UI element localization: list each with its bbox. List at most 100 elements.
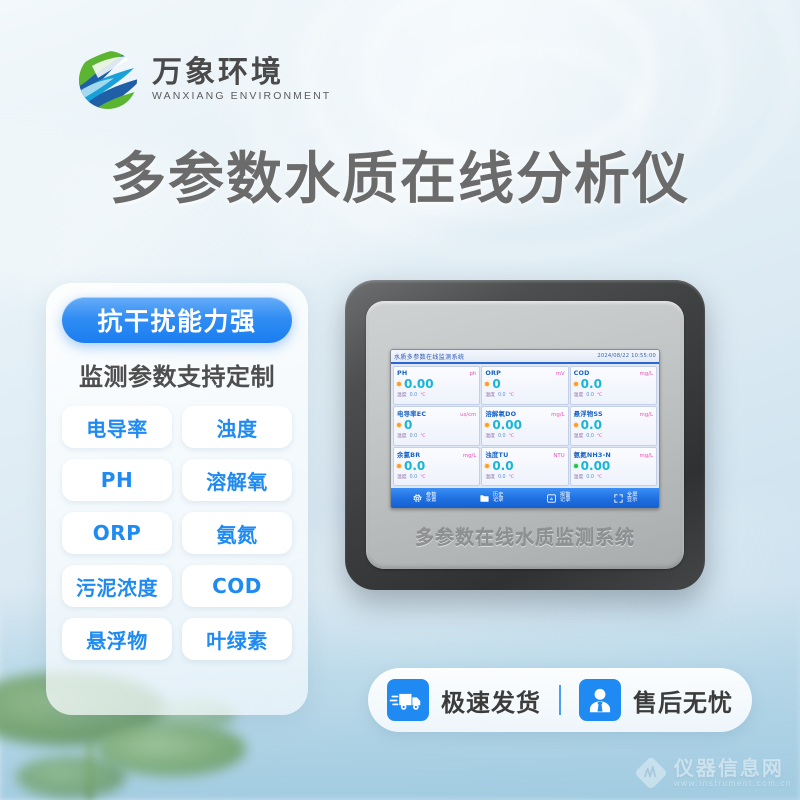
status-led-icon [573,463,578,468]
nav-label-line2: 显示 [626,497,638,503]
device-screen[interactable]: 水质多参数在线监测系统 2024/08/22 10:55:00 PH ph 0.… [390,349,660,509]
measurement-cell[interactable]: 悬浮物SS mg/L 0.0 温度 0.0 ℃ [569,406,657,446]
cell-body: 0.0 [485,460,564,472]
cell-body: 0 [485,378,564,390]
globe-swoosh-logo-icon [79,51,137,109]
cell-parameter-name: 氨氮NH3-N [573,450,611,459]
cell-parameter-name: 浊度TU [485,450,509,459]
cell-header: 溶解氧DO mg/L [485,409,564,418]
temp-unit: ℃ [508,434,514,440]
device-front-panel: 水质多参数在线监测系统 2024/08/22 10:55:00 PH ph 0.… [366,301,684,569]
feature-subtitle: 监测参数支持定制 [79,363,275,391]
nav-label: 全屏 显示 [626,492,638,504]
parameter-chip[interactable]: 悬浮物 [62,618,172,660]
parameter-chip[interactable]: 叶绿素 [182,618,292,660]
measurement-cell[interactable]: 浊度TU NTU 0.0 温度 0.0 ℃ [481,446,569,486]
temp-value: 0.0 [409,393,418,398]
cell-temperature: 温度 0.0 ℃ [574,391,653,398]
delivery-truck-icon [387,679,429,721]
measurement-cell[interactable]: 电导率EC us/cm 0 温度 0.0 ℃ [393,406,481,446]
watermark-name-cn: 仪器信息网 [673,756,784,780]
service-item-aftersales[interactable]: 售后无忧 [561,679,751,721]
status-led-icon [397,463,401,468]
cell-body: 0.0 [573,377,653,391]
nav-label: 参数 设置 [425,492,437,504]
measurement-cell[interactable]: 氨氮NH3-N mg/L 0.00 温度 0.0 ℃ [569,446,657,486]
temp-label: 温度 [397,434,407,440]
cell-unit: us/cm [460,412,477,419]
lotus-leaf [16,756,126,798]
device-caption: 多参数在线水质监测系统 [414,527,635,549]
parameter-chip[interactable]: COD [182,565,292,607]
parameter-chip[interactable]: 污泥浓度 [62,565,172,607]
cell-header: 浊度TU NTU [485,450,564,459]
nav-item-history[interactable]: 历史 记录 [458,492,525,504]
cell-value: 0.0 [580,418,602,433]
nav-item-alarm[interactable]: 报警 记录 [525,492,592,504]
temp-value: 0.0 [409,474,418,480]
measurement-cell[interactable]: 余氯BR mg/L 0.0 温度 0.0 ℃ [393,446,481,486]
cell-value: 0.0 [404,458,426,473]
parameter-chip[interactable]: 氨氮 [182,512,292,554]
folder-icon [480,494,489,502]
status-led-icon [485,463,490,468]
temp-unit: ℃ [508,474,514,480]
cell-temperature: 温度 0.0 ℃ [574,473,653,480]
screen-navigation-bar: 参数 设置 历史 记录 报警 记录 全屏 显示 [391,488,659,508]
cell-header: 悬浮物SS mg/L [574,409,653,418]
temp-label: 温度 [573,393,584,398]
parameter-chip-grid: 电导率 浊度 PH 溶解氧 ORP 氨氮 污泥浓度 COD 悬浮物 叶绿素 [62,406,292,660]
cell-body: 0.0 [573,418,653,433]
cell-unit: mg/L [551,412,565,419]
temp-unit: ℃ [596,393,603,398]
cell-temperature: 温度 0.0 ℃ [397,391,476,398]
parameter-chip[interactable]: ORP [62,512,172,554]
nav-label-line2: 记录 [559,497,571,503]
cell-body: 0.00 [573,458,653,473]
temp-value: 0.0 [409,434,418,440]
service-item-shipping[interactable]: 极速发货 [369,679,559,721]
temp-value: 0.0 [497,393,506,398]
cell-value: 0.0 [492,458,514,473]
nav-label-line2: 设置 [425,497,437,503]
cell-temperature: 温度 0.0 ℃ [485,432,564,439]
nav-label-line2: 记录 [492,497,504,503]
nav-item-fullscreen[interactable]: 全屏 显示 [592,492,659,504]
nav-label: 报警 记录 [559,492,571,504]
temp-value: 0.0 [586,393,594,398]
temp-label: 温度 [485,393,495,398]
cell-unit: mV [555,371,565,377]
temp-label: 温度 [397,393,407,398]
measurement-cell[interactable]: PH ph 0.00 温度 0.0 ℃ [393,366,481,406]
site-watermark: 仪器信息网 www.instrument.com.cn [634,756,792,790]
cell-unit: mg/L [639,412,654,419]
page-title: 多参数水质在线分析仪 [110,147,690,212]
measurement-cell[interactable]: ORP mV 0 温度 0.0 ℃ [481,366,569,406]
temp-label: 温度 [485,434,495,440]
parameter-chip[interactable]: 电导率 [62,406,172,448]
cell-parameter-name: 余氯BR [397,450,421,459]
expand-icon [614,493,623,503]
cell-unit: NTU [553,452,565,459]
temp-unit: ℃ [420,434,426,440]
cell-parameter-name: 溶解氧DO [485,410,517,419]
parameter-chip[interactable]: 浊度 [182,406,292,448]
screen-title: 水质多参数在线监测系统 [394,353,465,361]
cell-value: 0.0 [580,377,602,391]
measurement-cell[interactable]: COD mg/L 0.0 温度 0.0 ℃ [569,366,657,406]
cell-unit: ph [469,371,477,377]
brand-name-cn: 万象环境 [152,55,284,91]
service-label: 售后无忧 [633,688,733,717]
cell-value: 0.00 [580,458,611,473]
cell-header: COD mg/L [574,369,653,377]
measurement-grid: PH ph 0.00 温度 0.0 ℃ ORP mV 0 温度 0.0 ℃ CO… [391,364,659,488]
measurement-cell[interactable]: 溶解氧DO mg/L 0.00 温度 0.0 ℃ [481,406,569,446]
gear-icon [413,493,422,502]
parameter-chip[interactable]: 溶解氧 [182,459,292,501]
cell-parameter-name: COD [573,369,590,377]
cell-parameter-name: PH [397,369,408,377]
parameter-chip[interactable]: PH [62,459,172,501]
cell-header: 电导率EC us/cm [397,409,476,418]
screen-clock: 2024/08/22 10:55:00 [597,353,656,359]
nav-item-settings[interactable]: 参数 设置 [391,492,458,504]
